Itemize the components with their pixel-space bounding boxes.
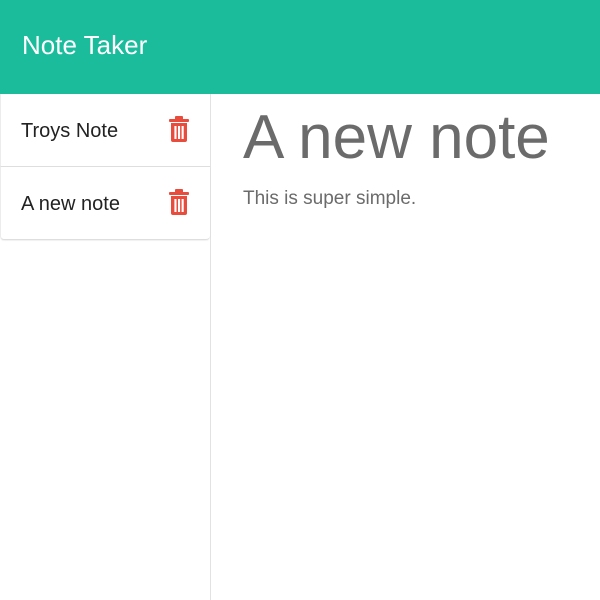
- note-list: Troys Note A new note: [0, 94, 210, 240]
- list-item[interactable]: A new note: [0, 167, 210, 240]
- note-title[interactable]: A new note: [21, 191, 120, 217]
- trash-icon[interactable]: [168, 115, 190, 143]
- note-title-field[interactable]: A new note: [243, 100, 550, 176]
- note-editor: A new note This is super simple.: [212, 94, 600, 600]
- notes-sidebar: Troys Note A new note: [0, 94, 211, 600]
- brand-link[interactable]: Note Taker: [22, 28, 147, 62]
- note-text-field[interactable]: This is super simple.: [243, 187, 416, 211]
- trash-icon[interactable]: [168, 188, 190, 216]
- note-title[interactable]: Troys Note: [21, 118, 118, 144]
- navbar: Note Taker: [0, 0, 600, 94]
- list-item[interactable]: Troys Note: [0, 94, 210, 167]
- note-taker-app: Note Taker Troys Note A new note A new n…: [0, 0, 600, 600]
